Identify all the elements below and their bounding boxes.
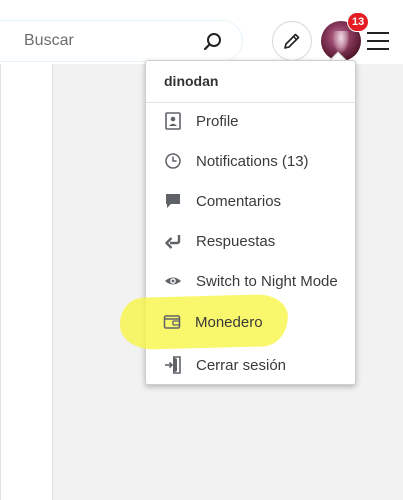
eye-icon (164, 272, 182, 290)
edit-button[interactable] (272, 21, 312, 61)
menu-item-respuestas[interactable]: Respuestas (146, 221, 355, 261)
menu-item-label: Comentarios (196, 192, 282, 210)
notification-badge: 13 (347, 12, 370, 32)
menu-item-monedero[interactable]: Monedero (145, 302, 354, 342)
search-input[interactable] (24, 29, 184, 53)
dropdown-username: dinodan (164, 73, 219, 89)
menu-item-label: Respuestas (196, 232, 276, 250)
menu-item-label: Profile (196, 112, 239, 130)
reply-arrow-icon (164, 232, 182, 250)
menu-item-label: Notifications (13) (196, 152, 309, 170)
menu-item-label: Monedero (195, 313, 263, 331)
avatar-image (333, 31, 349, 53)
pencil-icon (284, 33, 300, 49)
logout-icon (164, 356, 182, 374)
menu-item-profile[interactable]: Profile (146, 101, 355, 141)
profile-card-icon (164, 112, 182, 130)
clock-icon (164, 152, 182, 170)
menu-item-label: Switch to Night Mode (196, 272, 338, 290)
header: 13 (0, 0, 403, 64)
wallet-icon (163, 313, 181, 331)
hamburger-menu-icon[interactable] (367, 30, 391, 52)
menu-item-cerrar-sesion[interactable]: Cerrar sesión (146, 345, 355, 385)
comment-bubble-icon (164, 192, 182, 210)
search-icon[interactable] (202, 31, 224, 53)
menu-item-notifications[interactable]: Notifications (13) (146, 141, 355, 181)
menu-item-comentarios[interactable]: Comentarios (146, 181, 355, 221)
menu-item-label: Cerrar sesión (196, 356, 287, 374)
page: 13 dinodan Profile (0, 0, 403, 500)
